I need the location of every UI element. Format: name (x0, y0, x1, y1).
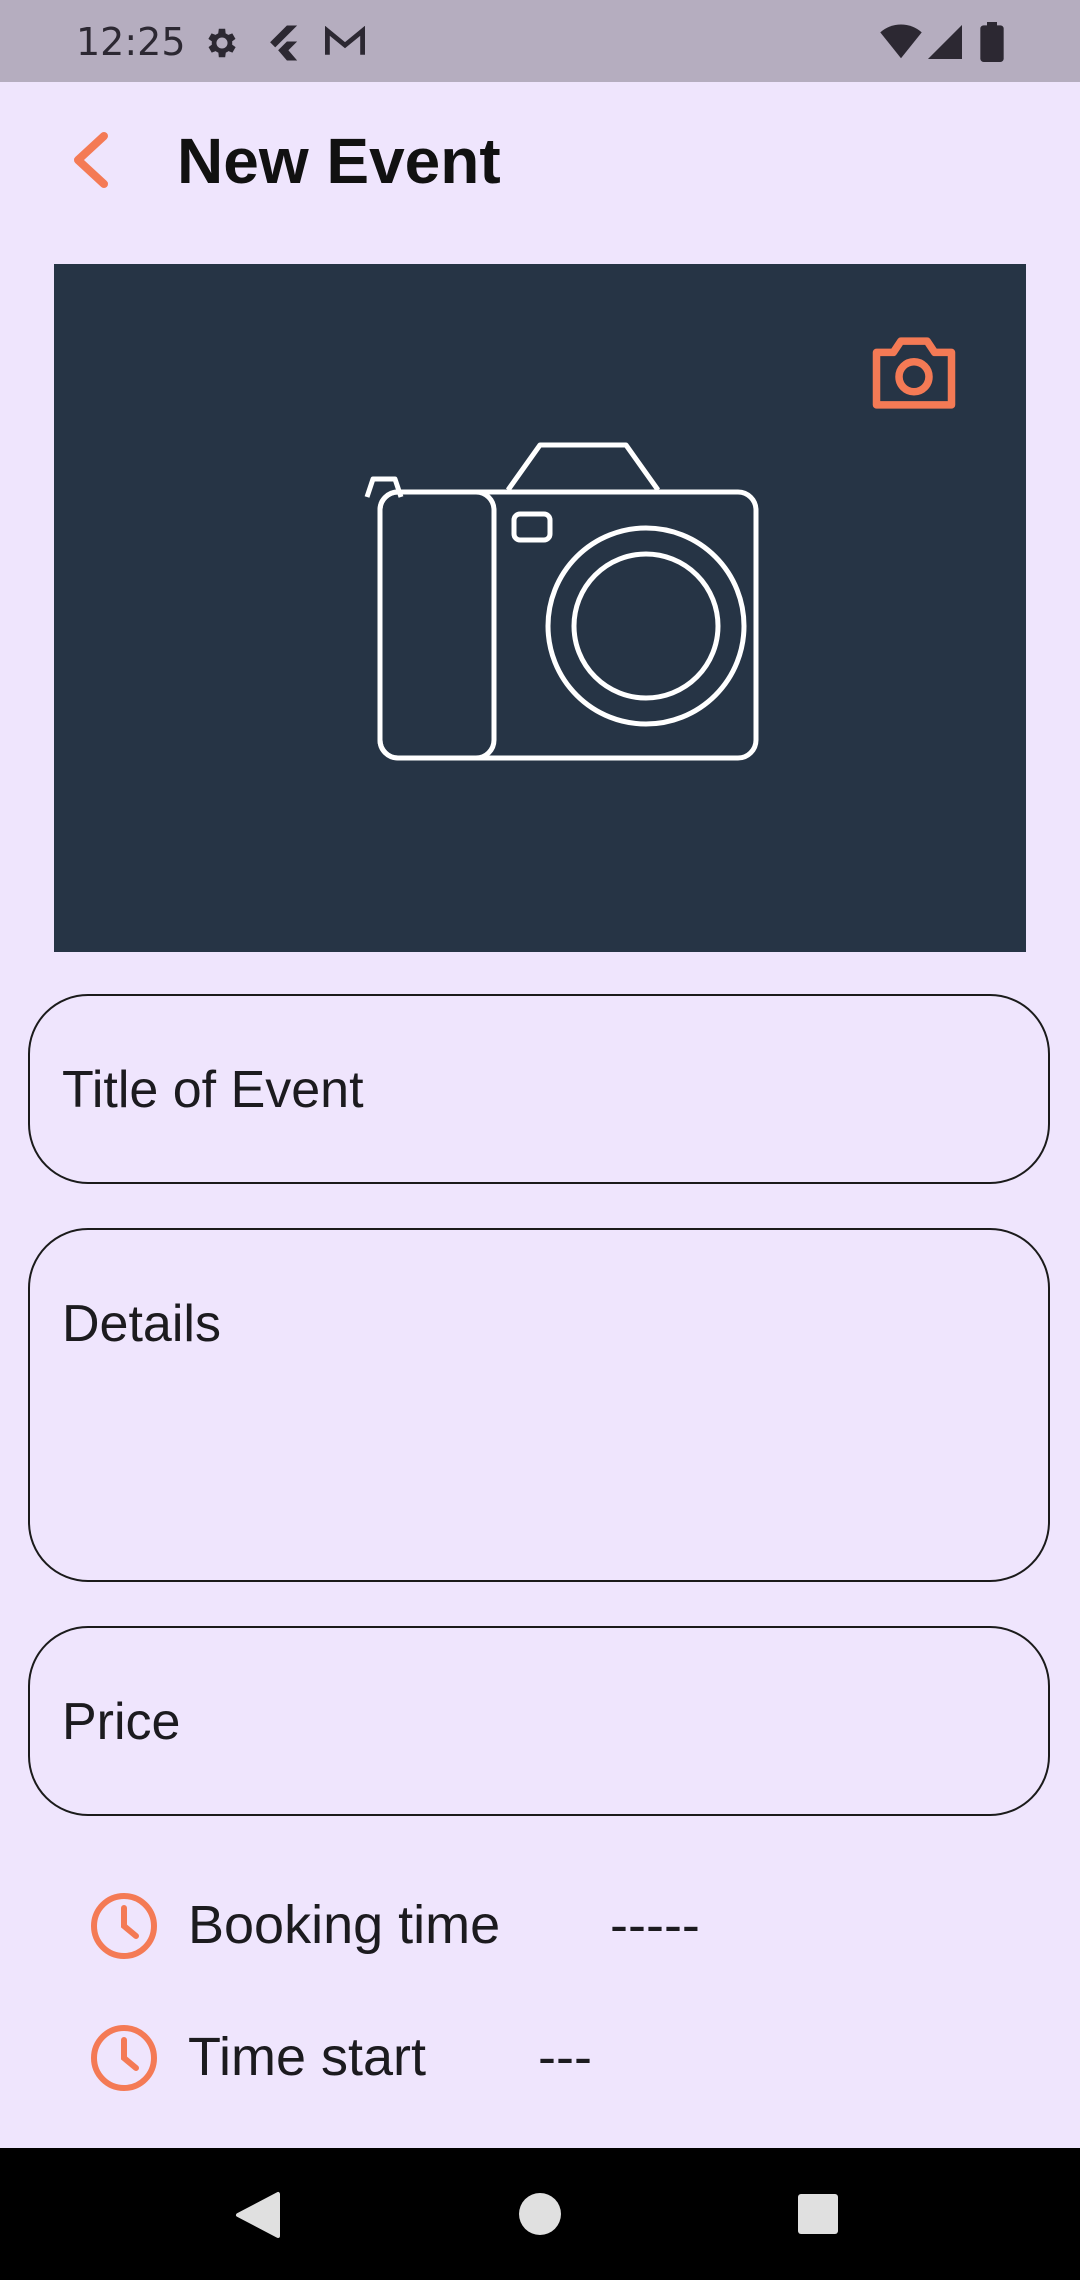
time-start-label: Time start (188, 2027, 427, 2087)
battery-icon (980, 22, 1004, 67)
status-bar: 12:25 (0, 0, 1080, 82)
clock-icon (88, 1890, 160, 1967)
camera-placeholder-icon (322, 434, 762, 779)
status-time: 12:25 (76, 20, 186, 64)
gear-icon (203, 24, 241, 67)
wifi-icon (880, 22, 922, 65)
title-field-placeholder: Title of Event (62, 1061, 364, 1119)
price-field[interactable]: Price (28, 1626, 1050, 1816)
booking-time-value: ----- (610, 1895, 700, 1955)
flutter-icon (266, 24, 302, 67)
clock-icon (88, 2022, 160, 2099)
chevron-left-icon (68, 130, 112, 195)
details-field-placeholder: Details (62, 1295, 221, 1353)
recents-square-icon[interactable] (797, 2193, 839, 2240)
system-nav-bar (0, 2148, 1080, 2280)
app-bar: New Event (0, 82, 1080, 232)
details-field[interactable]: Details (28, 1228, 1050, 1582)
back-button[interactable] (50, 122, 130, 202)
page-title: New Event (177, 125, 501, 197)
time-start-row[interactable]: Time start --- (88, 2016, 988, 2096)
title-field[interactable]: Title of Event (28, 994, 1050, 1184)
camera-outline-icon (869, 333, 959, 418)
change-photo-button[interactable] (864, 330, 964, 420)
event-image-panel[interactable] (54, 264, 1026, 952)
home-circle-icon[interactable] (518, 2192, 562, 2241)
back-triangle-icon[interactable] (232, 2190, 282, 2245)
signal-icon (928, 24, 962, 65)
time-start-value: --- (538, 2027, 592, 2087)
booking-time-label: Booking time (188, 1895, 501, 1955)
booking-time-row[interactable]: Booking time ----- (88, 1884, 988, 1964)
price-field-placeholder: Price (62, 1693, 181, 1751)
gmail-icon (324, 25, 366, 63)
